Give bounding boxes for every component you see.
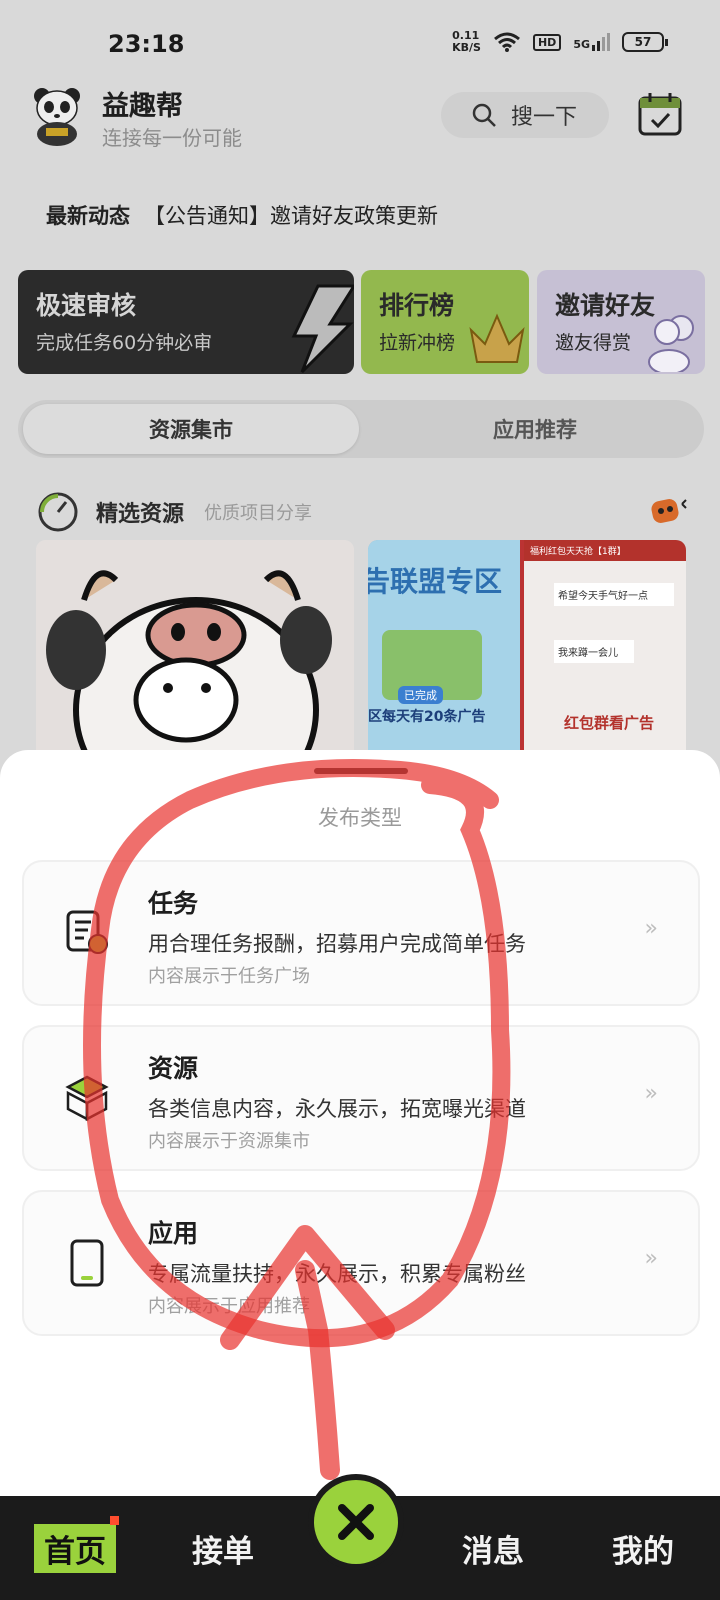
resource-card-cow[interactable] (36, 540, 354, 760)
net-speed: 0.11 KB/S (452, 30, 481, 54)
publish-task-option[interactable]: 任务 用合理任务报酬，招募用户完成简单任务 内容展示于任务广场 » (22, 860, 700, 1006)
publish-type-sheet: 发布类型 任务 用合理任务报酬，招募用户完成简单任务 内容展示于任务广场 » 资… (0, 750, 720, 1510)
app-header: 益趣帮 连接每一份可能 搜一下 (0, 82, 720, 152)
battery-icon: 57 (622, 32, 668, 52)
chevron-right-icon: » (644, 916, 658, 941)
option-desc: 专属流量扶持，永久展示，积累专属粉丝 (148, 1262, 526, 1286)
close-publish-button[interactable] (308, 1474, 404, 1570)
signal-icon: 5G (573, 33, 610, 51)
clock: 23:18 (108, 30, 185, 58)
calendar-checkin-icon[interactable] (636, 90, 684, 138)
close-icon (338, 1504, 374, 1540)
publish-app-option[interactable]: 应用 专属流量扶持，永久展示，积累专属粉丝 内容展示于应用推荐 » (22, 1190, 700, 1336)
market-tabs: 资源集市 应用推荐 (18, 400, 704, 458)
option-sub: 内容展示于资源集市 (148, 1131, 310, 1152)
search-button[interactable]: 搜一下 (441, 92, 609, 138)
option-desc: 各类信息内容，永久展示，拓宽曝光渠道 (148, 1097, 526, 1121)
promo-ranking[interactable]: 排行榜 拉新冲榜 (361, 270, 529, 374)
news-tag: 最新动态 (46, 204, 130, 228)
banner-subtitle: 区每天有20条广告 (368, 709, 486, 725)
option-name: 应用 (148, 1219, 199, 1248)
badge-done: 已完成 (398, 686, 443, 704)
nav-messages[interactable]: 消息 (462, 1526, 524, 1571)
banner-title: 告联盟专区 (368, 565, 503, 598)
chat-msg-1: 希望今天手气好一点 (554, 583, 674, 606)
promo-title: 极速审核 (36, 291, 137, 320)
search-label: 搜一下 (511, 105, 578, 130)
option-sub: 内容展示于应用推荐 (148, 1296, 310, 1317)
sheet-drag-handle[interactable] (314, 768, 408, 774)
news-text: 【公告通知】邀请好友政策更新 (144, 204, 438, 228)
signal-label: 5G (573, 38, 590, 51)
option-name: 资源 (148, 1054, 199, 1083)
app-slogan: 连接每一份可能 (102, 126, 242, 150)
publish-resource-option[interactable]: 资源 各类信息内容，永久展示，拓宽曝光渠道 内容展示于资源集市 » (22, 1025, 700, 1171)
promo-title: 排行榜 (379, 291, 455, 320)
task-doc-icon (66, 910, 108, 954)
promo-subtitle: 拉新冲榜 (379, 332, 456, 354)
promo-subtitle: 完成任务60分钟必审 (36, 332, 213, 354)
promo-subtitle: 邀友得赏 (555, 332, 632, 354)
bottom-nav: 首页 接单 消息 我的 (0, 1474, 720, 1600)
chevron-right-icon: » (644, 1081, 658, 1106)
cow-illustration-icon (36, 540, 354, 760)
promo-fast-review[interactable]: 极速审核 完成任务60分钟必审 (18, 270, 354, 374)
search-icon (472, 103, 496, 127)
robot-mascot-icon (651, 499, 687, 523)
option-sub: 内容展示于任务广场 (148, 966, 310, 987)
news-ticker[interactable]: 最新动态 【公告通知】邀请好友政策更新 (46, 200, 438, 230)
resource-card-ad-alliance[interactable]: 告联盟专区 已完成 区每天有20条广告 福利红包天天抢【1群】 希望今天手气好一… (368, 540, 686, 760)
battery-level: 57 (634, 35, 652, 49)
chat-header: 福利红包天天抢【1群】 (524, 540, 686, 561)
lightning-icon (291, 284, 354, 374)
overlay-text: 红包群看广告 (564, 714, 655, 732)
notification-dot (110, 1516, 119, 1525)
promo-title: 邀请好友 (555, 291, 656, 320)
section-title: 精选资源 (96, 502, 185, 527)
phone-icon (70, 1239, 104, 1287)
users-icon (648, 315, 694, 372)
hd-badge: HD (532, 33, 562, 51)
panda-logo-icon (34, 88, 80, 146)
crown-icon (469, 313, 525, 363)
nav-orders[interactable]: 接单 (192, 1526, 254, 1571)
status-bar: 23:18 0.11 KB/S HD 5G 57 (0, 0, 720, 90)
cube-box-icon (65, 1075, 109, 1122)
tab-resource-market[interactable]: 资源集市 (23, 404, 359, 454)
status-icons: 0.11 KB/S HD 5G 57 (452, 30, 668, 54)
sheet-title: 发布类型 (318, 806, 402, 830)
app-name: 益趣帮 (102, 91, 183, 122)
promo-invite[interactable]: 邀请好友 邀友得赏 (537, 270, 705, 374)
gauge-icon (38, 492, 78, 532)
section-header: 精选资源 优质项目分享 (36, 490, 312, 534)
nav-home[interactable]: 首页 (34, 1524, 116, 1573)
wifi-icon (494, 32, 520, 52)
nav-mine[interactable]: 我的 (612, 1526, 674, 1571)
option-name: 任务 (148, 889, 199, 918)
option-desc: 用合理任务报酬，招募用户完成简单任务 (148, 932, 526, 956)
section-subtitle: 优质项目分享 (204, 503, 313, 524)
chevron-right-icon: » (644, 1246, 658, 1271)
chat-msg-2: 我来蹲一会儿 (554, 640, 634, 663)
net-speed-unit: KB/S (452, 41, 481, 54)
tab-app-recommend[interactable]: 应用推荐 (370, 404, 700, 454)
